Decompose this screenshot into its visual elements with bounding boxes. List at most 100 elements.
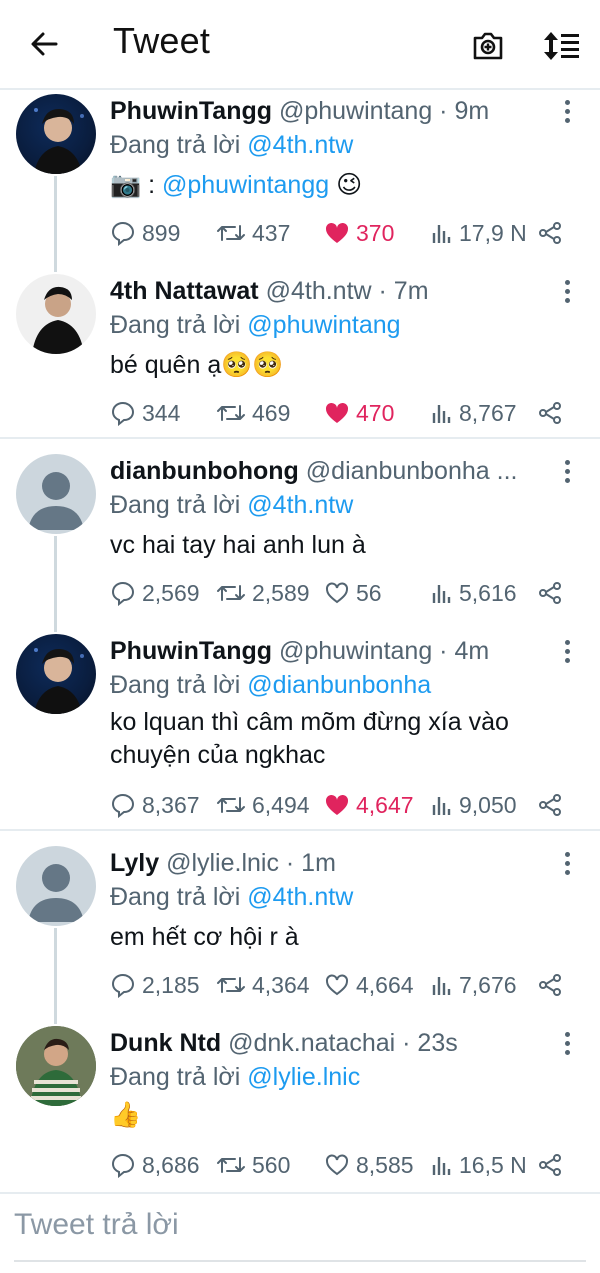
like-button[interactable]: 56 xyxy=(324,576,382,610)
views-icon xyxy=(432,225,451,243)
reply-button[interactable]: 344 xyxy=(110,396,180,430)
more-options-button[interactable] xyxy=(556,1028,578,1058)
reply-prefix: Đang trả lời xyxy=(110,671,241,699)
heart-filled-icon xyxy=(325,794,349,815)
reply-mention-link[interactable]: @4th.ntw xyxy=(247,131,353,159)
retweet-button[interactable]: 560 xyxy=(216,1148,290,1182)
views-button[interactable]: 5,616 xyxy=(431,576,517,610)
avatar-image xyxy=(16,1026,96,1106)
retweet-button[interactable]: 4,364 xyxy=(216,968,310,1002)
camera-button[interactable] xyxy=(466,24,510,68)
tweet-item[interactable]: PhuwinTangg @phuwintang · 4m Đang trả lờ… xyxy=(0,632,600,828)
retweet-count: 437 xyxy=(252,219,291,246)
reply-button[interactable]: 8,686 xyxy=(110,1148,200,1182)
display-name[interactable]: PhuwinTangg xyxy=(110,637,272,665)
reply-icon xyxy=(111,793,135,818)
like-button[interactable]: 4,647 xyxy=(324,788,414,822)
tweet-text: 📷 : @phuwintangg 😉 xyxy=(110,169,580,202)
heart-outline-icon xyxy=(326,582,348,604)
reply-context: Đang trả lời @dianbunbonha xyxy=(110,668,431,702)
retweet-icon xyxy=(217,225,245,241)
retweet-count: 6,494 xyxy=(252,791,310,818)
sort-icon xyxy=(544,32,579,60)
avatar[interactable] xyxy=(16,94,96,174)
display-name[interactable]: 4th Nattawat xyxy=(110,277,259,305)
tweet-item[interactable]: dianbunbohong @dianbunbonha ... Đang trả… xyxy=(0,452,600,632)
tweet-actions: 8,686 560 8,585 16,5 N xyxy=(110,1148,580,1182)
avatar[interactable] xyxy=(16,274,96,354)
tweet-actions: 344 469 470 8,767 xyxy=(110,396,580,430)
reply-count: 344 xyxy=(142,399,181,426)
like-count: 370 xyxy=(356,219,395,246)
retweet-button[interactable]: 6,494 xyxy=(216,788,310,822)
display-name[interactable]: PhuwinTangg xyxy=(110,97,272,125)
reply-button[interactable]: 2,185 xyxy=(110,968,200,1002)
share-button[interactable] xyxy=(538,788,562,822)
retweet-button[interactable]: 437 xyxy=(216,216,290,250)
tweet-text: bé quên ạ🥺🥺 xyxy=(110,351,284,379)
views-button[interactable]: 9,050 xyxy=(431,788,517,822)
handle-time: @lylie.lnic · 1m xyxy=(166,849,336,877)
camera-icon xyxy=(473,32,503,60)
share-icon xyxy=(539,222,561,244)
reply-button[interactable]: 899 xyxy=(110,216,180,250)
avatar[interactable] xyxy=(16,454,96,534)
share-button[interactable] xyxy=(538,576,562,610)
reply-mention-link[interactable]: @dianbunbonha xyxy=(247,671,431,699)
more-options-button[interactable] xyxy=(556,456,578,486)
views-button[interactable]: 8,767 xyxy=(431,396,517,430)
reply-button[interactable]: 2,569 xyxy=(110,576,200,610)
default-avatar-icon xyxy=(28,472,84,530)
handle-time: @dianbunbonha ... xyxy=(305,457,518,485)
reply-mention-link[interactable]: @4th.ntw xyxy=(247,883,353,911)
retweet-button[interactable]: 469 xyxy=(216,396,290,430)
views-button[interactable]: 16,5 N xyxy=(431,1148,527,1182)
back-button[interactable] xyxy=(22,22,66,66)
views-button[interactable]: 7,676 xyxy=(431,968,517,1002)
reply-mention-link[interactable]: @4th.ntw xyxy=(247,491,353,519)
sort-button[interactable] xyxy=(540,24,584,68)
reply-mention-link[interactable]: @lylie.lnic xyxy=(247,1063,360,1091)
avatar-image xyxy=(34,648,84,714)
tweet-item[interactable]: 4th Nattawat @4th.ntw · 7m Đang trả lời … xyxy=(0,272,600,437)
more-options-button[interactable] xyxy=(556,848,578,878)
thread-line xyxy=(54,928,57,1024)
divider xyxy=(0,829,600,831)
share-button[interactable] xyxy=(538,968,562,1002)
tweet-actions: 2,569 2,589 56 5,616 xyxy=(110,576,580,610)
display-name[interactable]: Lyly xyxy=(110,849,159,877)
more-options-button[interactable] xyxy=(556,636,578,666)
retweet-count: 2,589 xyxy=(252,579,310,606)
thread-line xyxy=(54,536,57,632)
retweet-button[interactable]: 2,589 xyxy=(216,576,310,610)
more-options-button[interactable] xyxy=(556,276,578,306)
reply-composer[interactable]: Tweet trả lời xyxy=(0,1192,600,1273)
tweet-item[interactable]: PhuwinTangg @phuwintang · 9m Đang trả lờ… xyxy=(0,92,600,272)
tweet-item[interactable]: Dunk Ntd @dnk.natachai · 23s Đang trả lờ… xyxy=(0,1024,600,1192)
share-icon xyxy=(539,794,561,816)
more-options-button[interactable] xyxy=(556,96,578,126)
avatar[interactable] xyxy=(16,846,96,926)
like-button[interactable]: 470 xyxy=(324,396,394,430)
reply-button[interactable]: 8,367 xyxy=(110,788,200,822)
text-mention-link[interactable]: @phuwintangg xyxy=(162,171,329,199)
display-name[interactable]: Dunk Ntd xyxy=(110,1029,221,1057)
reply-input[interactable]: Tweet trả lời xyxy=(14,1208,179,1242)
share-button[interactable] xyxy=(538,1148,562,1182)
share-button[interactable] xyxy=(538,216,562,250)
reply-context: Đang trả lời @4th.ntw xyxy=(110,488,353,522)
tweet-item[interactable]: Lyly @lylie.lnic · 1m Đang trả lời @4th.… xyxy=(0,844,600,1024)
reply-mention-link[interactable]: @phuwintang xyxy=(247,311,400,339)
views-button[interactable]: 17,9 N xyxy=(431,216,527,250)
share-button[interactable] xyxy=(538,396,562,430)
reply-prefix: Đang trả lời xyxy=(110,491,241,519)
like-button[interactable]: 4,664 xyxy=(324,968,414,1002)
like-button[interactable]: 8,585 xyxy=(324,1148,414,1182)
tweet-header: dianbunbohong @dianbunbonha ... xyxy=(110,454,550,488)
views-count: 7,676 xyxy=(459,971,517,998)
like-count: 8,585 xyxy=(356,1151,414,1178)
like-button[interactable]: 370 xyxy=(324,216,394,250)
avatar[interactable] xyxy=(16,1026,96,1106)
avatar[interactable] xyxy=(16,634,96,714)
display-name[interactable]: dianbunbohong xyxy=(110,457,299,485)
